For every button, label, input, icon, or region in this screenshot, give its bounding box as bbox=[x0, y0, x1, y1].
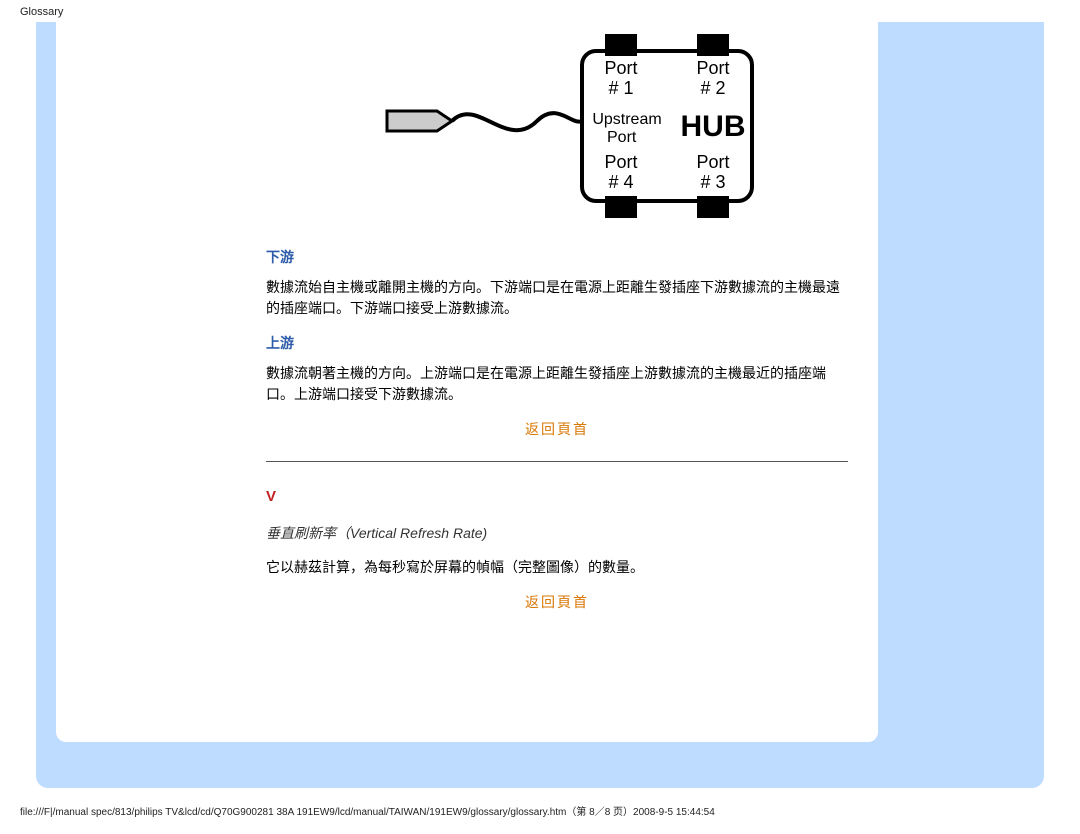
page-header: Glossary bbox=[20, 6, 63, 18]
vertical-refresh-body: 它以赫茲計算，為每秒寫於屏幕的幀幅（完整圖像）的數量。 bbox=[266, 557, 848, 578]
port-connector-icon bbox=[697, 196, 729, 218]
downstream-body: 數據流始自主機或離開主機的方向。下游端口是在電源上距離生發插座下游數據流的主機最… bbox=[266, 277, 848, 319]
divider bbox=[266, 461, 848, 462]
svg-text:HUB: HUB bbox=[681, 110, 746, 143]
section-letter-v: V bbox=[266, 488, 848, 505]
svg-text:Port: Port bbox=[604, 58, 637, 78]
svg-text:Upstream: Upstream bbox=[592, 111, 661, 128]
cable-plug-icon bbox=[387, 111, 452, 131]
back-to-top-link-1[interactable]: 返回頁首 bbox=[266, 419, 848, 439]
downstream-heading: 下游 bbox=[266, 247, 848, 267]
back-to-top-anchor[interactable]: 返回頁首 bbox=[525, 594, 589, 610]
port-connector-icon bbox=[605, 196, 637, 218]
svg-text:# 3: # 3 bbox=[700, 172, 725, 192]
cable-wire-icon bbox=[452, 113, 582, 130]
content-panel: Port # 1 Port # 2 Upstream Port HUB Port… bbox=[56, 22, 878, 742]
svg-text:Port: Port bbox=[696, 152, 729, 172]
svg-text:# 4: # 4 bbox=[608, 172, 633, 192]
svg-text:Port: Port bbox=[604, 152, 637, 172]
footer-path: file:///F|/manual spec/813/philips TV&lc… bbox=[20, 803, 715, 818]
vertical-refresh-subhead: 垂直刷新率（Vertical Refresh Rate) bbox=[266, 523, 848, 543]
back-to-top-anchor[interactable]: 返回頁首 bbox=[525, 421, 589, 437]
port-connector-icon bbox=[605, 34, 637, 56]
svg-text:Port: Port bbox=[607, 129, 637, 146]
svg-text:Port: Port bbox=[696, 58, 729, 78]
svg-text:# 2: # 2 bbox=[700, 78, 725, 98]
upstream-heading: 上游 bbox=[266, 333, 848, 353]
port-connector-icon bbox=[697, 34, 729, 56]
hub-diagram: Port # 1 Port # 2 Upstream Port HUB Port… bbox=[266, 26, 848, 229]
back-to-top-link-2[interactable]: 返回頁首 bbox=[266, 592, 848, 612]
svg-text:# 1: # 1 bbox=[608, 78, 633, 98]
upstream-body: 數據流朝著主機的方向。上游端口是在電源上距離生發插座上游數據流的主機最近的插座端… bbox=[266, 363, 848, 405]
